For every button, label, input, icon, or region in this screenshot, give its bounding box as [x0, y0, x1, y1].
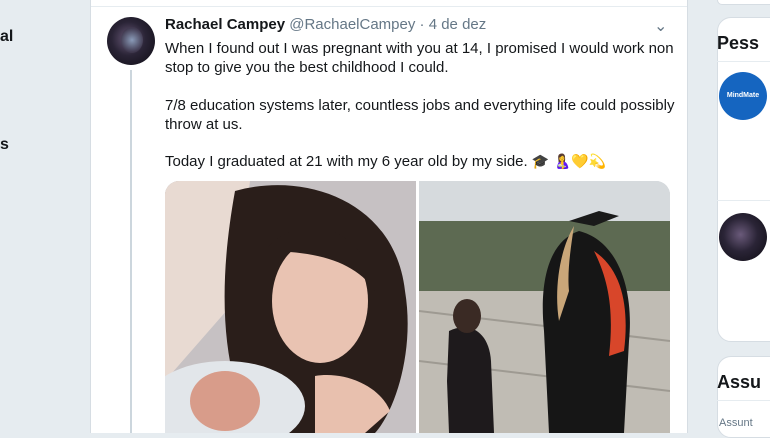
- who-to-follow-card: [717, 17, 770, 342]
- author-handle[interactable]: @RachaelCampey: [289, 16, 415, 33]
- nav-item-fragment[interactable]: al: [0, 28, 13, 46]
- tweet-date[interactable]: 4 de dez: [429, 16, 487, 33]
- trend-context[interactable]: Assunt: [719, 417, 753, 429]
- nav-item-fragment[interactable]: s: [0, 136, 9, 154]
- right-sidebar: Pess MindMate Assu Assunt: [703, 0, 770, 438]
- meta-separator: ·: [415, 16, 429, 33]
- timeline: Rachael Campey @RachaelCampey · 4 de dez…: [90, 0, 688, 433]
- photo-mother-newborn[interactable]: [165, 181, 416, 433]
- tweet-paragraph: 7/8 education systems later, countless j…: [165, 97, 675, 133]
- tweet-paragraph: When I found out I was pregnant with you…: [165, 40, 674, 76]
- tweet-paragraph-last: Today I graduated at 21 with my 6 year o…: [165, 152, 675, 172]
- tweet-header: Rachael Campey @RachaelCampey · 4 de dez: [165, 16, 486, 33]
- chevron-down-icon[interactable]: ⌄: [654, 16, 667, 36]
- trends-title: Assu: [717, 372, 762, 392]
- author-avatar[interactable]: [107, 17, 155, 65]
- author-name[interactable]: Rachael Campey: [165, 16, 285, 33]
- divider: [91, 6, 687, 7]
- photo-illustration: [418, 181, 670, 433]
- who-to-follow-title: Pess: [717, 33, 760, 53]
- suggested-avatar[interactable]: [719, 213, 767, 261]
- emoji-group: 🎓 🤱💛💫: [531, 154, 607, 170]
- thread-line: [130, 70, 132, 433]
- photo-illustration: [165, 181, 416, 433]
- tweet-media[interactable]: [165, 181, 670, 433]
- suggested-avatar-mindmate[interactable]: MindMate: [719, 72, 767, 120]
- divider: [717, 400, 770, 401]
- divider: [717, 200, 770, 201]
- search-card-edge: [717, 0, 770, 5]
- divider: [717, 61, 770, 62]
- photo-graduation[interactable]: [418, 181, 670, 433]
- left-navigation: al s: [0, 0, 90, 433]
- tweet-paragraph: Today I graduated at 21 with my 6 year o…: [165, 153, 528, 170]
